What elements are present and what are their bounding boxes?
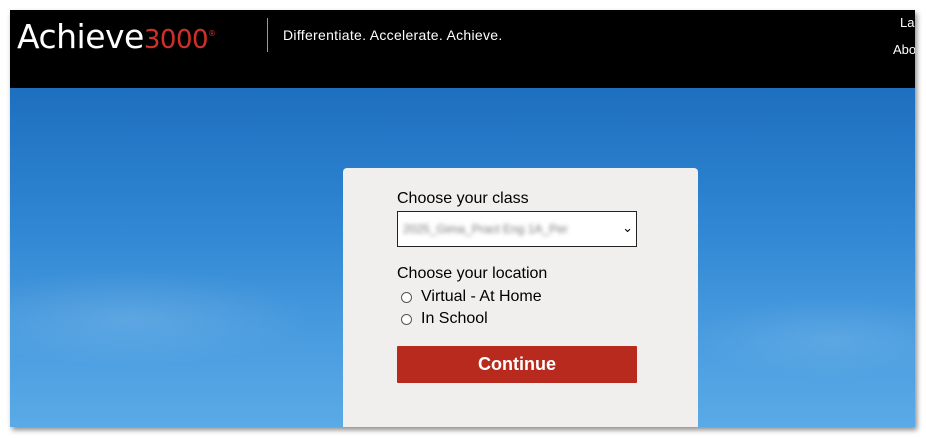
browser-window: Achieve3000® Differentiate. Accelerate. … <box>10 10 915 427</box>
location-option-virtual[interactable]: Virtual - At Home <box>401 288 542 306</box>
class-location-panel: Choose your class 2025_Gima_Pract Eng 1A… <box>343 168 698 427</box>
header-divider <box>267 18 268 52</box>
location-option-label[interactable]: Virtual - At Home <box>421 288 542 306</box>
header-link-about[interactable]: Abo <box>893 43 915 70</box>
class-select-value: 2025_Gima_Pract Eng 1A_Per <box>403 222 568 236</box>
radio-unchecked-icon[interactable] <box>401 313 412 325</box>
radio-unchecked-icon[interactable] <box>401 291 412 303</box>
continue-button[interactable]: Continue <box>397 346 637 383</box>
logo-registered-mark: ® <box>208 29 216 38</box>
site-header: Achieve3000® Differentiate. Accelerate. … <box>10 10 915 88</box>
logo-word: Achieve <box>17 17 144 56</box>
location-option-in-school[interactable]: In School <box>401 310 488 328</box>
tagline: Differentiate. Accelerate. Achieve. <box>283 27 503 43</box>
header-links: La Abo <box>893 16 915 70</box>
class-select[interactable]: 2025_Gima_Pract Eng 1A_Per ⌄ <box>397 211 637 247</box>
class-label: Choose your class <box>397 190 529 207</box>
chevron-down-icon: ⌄ <box>622 221 633 236</box>
header-link-language[interactable]: La <box>893 16 915 43</box>
location-option-label[interactable]: In School <box>421 310 488 328</box>
achieve3000-logo[interactable]: Achieve3000® <box>17 14 216 60</box>
location-label: Choose your location <box>397 265 548 282</box>
logo-number: 3000 <box>143 25 209 55</box>
